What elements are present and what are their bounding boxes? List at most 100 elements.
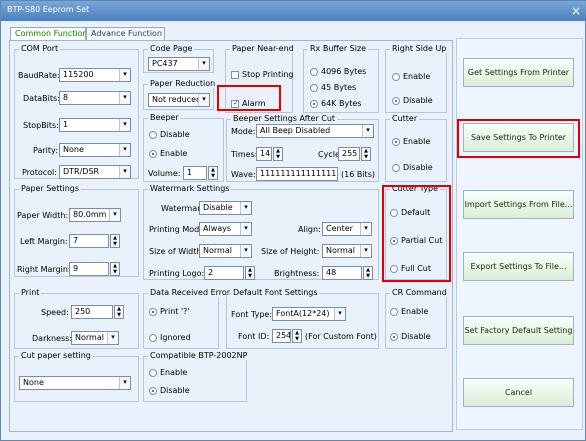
default-font-title: Default Font Settings bbox=[231, 288, 320, 297]
cutter-title: Cutter bbox=[390, 114, 420, 123]
volume-input[interactable]: 1 bbox=[183, 166, 207, 180]
chevron-down-icon: ▾ bbox=[198, 58, 209, 70]
radio-icon bbox=[149, 334, 157, 342]
rx-4096-label: 4096 Bytes bbox=[321, 67, 367, 76]
left-margin-spinner[interactable]: ▲ ▼ bbox=[110, 234, 120, 248]
speed-spinner[interactable]: ▲ ▼ bbox=[114, 305, 124, 319]
beeper-enable-label: Enable bbox=[160, 149, 188, 158]
beeper-disable-label: Disable bbox=[160, 130, 190, 139]
beeper-title: Beeper bbox=[148, 113, 181, 122]
font-id-spinner[interactable]: ▲ ▼ bbox=[292, 329, 302, 343]
close-icon[interactable]: × bbox=[565, 1, 586, 21]
protocol-value: DTR/DSR bbox=[63, 167, 100, 176]
databits-dropdown[interactable]: 8 ▾ bbox=[59, 91, 131, 105]
radio-icon bbox=[149, 131, 157, 139]
beeper-after-cut-group: Beeper Settings After Cut Mode: All Beep… bbox=[226, 114, 379, 182]
compatible-group: Compatible BTP-2002NP Enable Disable bbox=[143, 351, 250, 402]
parity-dropdown[interactable]: None ▾ bbox=[59, 143, 131, 157]
paper-width-dropdown[interactable]: 80.0mm ▾ bbox=[69, 208, 121, 222]
protocol-dropdown[interactable]: DTR/DSR ▾ bbox=[59, 165, 131, 179]
paper-settings-title: Paper Settings bbox=[19, 184, 82, 193]
compat-disable-label: Disable bbox=[160, 386, 190, 395]
tab-advance-function[interactable]: Advance Function bbox=[86, 27, 165, 41]
com-port-group: COM Port BaudRate: 115200 ▾ DataBits: 8 ▾ … bbox=[14, 44, 139, 179]
brightness-input[interactable]: 48 bbox=[322, 266, 362, 280]
watermark-dropdown[interactable]: Disable ▾ bbox=[199, 201, 252, 215]
font-type-dropdown[interactable]: FontA(12*24) ▾ bbox=[272, 307, 346, 321]
radio-icon bbox=[310, 100, 318, 108]
cr-disable-label: Disable bbox=[401, 332, 431, 341]
printing-mode-value: Always bbox=[203, 224, 232, 233]
darkness-value: Normal bbox=[75, 333, 104, 342]
times-input[interactable]: 14 bbox=[256, 147, 272, 161]
size-height-dropdown[interactable]: Normal ▾ bbox=[322, 244, 372, 258]
left-margin-label: Left Margin: bbox=[20, 237, 68, 246]
cutter-type-highlight-box bbox=[382, 185, 451, 282]
cut-paper-dropdown[interactable]: None ▾ bbox=[19, 376, 131, 390]
window-title: BTP-S80 Eeprom Set bbox=[7, 5, 90, 14]
brightness-spinner[interactable]: ▲ ▼ bbox=[363, 266, 373, 280]
common-function-panel: COM Port BaudRate: 115200 ▾ DataBits: 8 ▾ … bbox=[9, 40, 453, 432]
cutter-enable-label: Enable bbox=[403, 137, 431, 146]
code-page-title: Code Page bbox=[148, 44, 195, 53]
cycle-input[interactable]: 255 bbox=[338, 147, 360, 161]
factory-default-button[interactable]: Set Factory Default Setting bbox=[463, 316, 574, 345]
mode-dropdown[interactable]: All Beep Disabled ▾ bbox=[256, 124, 374, 138]
export-settings-button[interactable]: Export Settings To File... bbox=[463, 252, 574, 281]
align-label: Align: bbox=[298, 225, 321, 234]
right-margin-spinner[interactable]: ▲ ▼ bbox=[110, 262, 120, 276]
radio-icon bbox=[310, 84, 318, 92]
tab-common-function[interactable]: Common Function bbox=[10, 27, 88, 41]
databits-value: 8 bbox=[63, 93, 69, 102]
wave-input[interactable]: 1111111111111111 bbox=[256, 167, 338, 181]
save-settings-highlight-box bbox=[457, 119, 580, 158]
right-disable-label: Disable bbox=[403, 96, 433, 105]
paper-reduction-group: Paper Reduction Not reduced ▾ bbox=[143, 79, 218, 110]
cycle-spinner[interactable]: ▲ ▼ bbox=[361, 147, 371, 161]
align-dropdown[interactable]: Center ▾ bbox=[322, 222, 372, 236]
paper-reduction-title: Paper Reduction bbox=[148, 79, 218, 88]
radio-icon bbox=[149, 150, 157, 158]
rx-buffer-title: Rx Buffer Size bbox=[308, 44, 369, 53]
printing-logo-input[interactable]: 2 bbox=[204, 266, 244, 280]
cancel-button[interactable]: Cancel bbox=[463, 378, 574, 407]
darkness-label: Darkness: bbox=[32, 334, 73, 343]
printing-logo-spinner[interactable]: ▲ ▼ bbox=[245, 266, 255, 280]
chevron-down-icon: ▾ bbox=[334, 308, 345, 320]
paper-reduction-dropdown[interactable]: Not reduced ▾ bbox=[148, 93, 210, 107]
left-margin-input[interactable]: 7 bbox=[69, 234, 109, 248]
baudrate-dropdown[interactable]: 115200 ▾ bbox=[59, 68, 131, 82]
cutter-group: Cutter Enable Disable bbox=[385, 114, 447, 182]
radio-icon bbox=[392, 138, 400, 146]
speed-input[interactable]: 250 bbox=[71, 305, 113, 319]
right-side-up-title: Right Side Up bbox=[390, 44, 449, 53]
darkness-dropdown[interactable]: Normal ▾ bbox=[71, 331, 119, 345]
databits-label: DataBits: bbox=[23, 94, 60, 103]
chevron-down-icon: ▾ bbox=[119, 69, 130, 81]
right-side-up-group: Right Side Up Enable Disable bbox=[385, 44, 449, 113]
chevron-down-icon: ▾ bbox=[240, 223, 251, 235]
volume-spinner[interactable]: ▲ ▼ bbox=[208, 166, 218, 180]
font-type-value: FontA(12*24) bbox=[276, 309, 330, 318]
printing-logo-label: Printing Logo: bbox=[149, 269, 205, 278]
font-type-label: Font Type: bbox=[231, 310, 273, 319]
parity-label: Parity: bbox=[33, 146, 58, 155]
radio-icon bbox=[149, 308, 157, 316]
code-page-dropdown[interactable]: PC437 ▾ bbox=[148, 57, 210, 71]
times-label: Times: bbox=[231, 150, 258, 159]
stop-printing-checkbox[interactable] bbox=[231, 71, 239, 79]
times-spinner[interactable]: ▲ ▼ bbox=[273, 147, 283, 161]
print-7-label: Print '?' bbox=[160, 307, 190, 316]
import-settings-button[interactable]: Import Settings From File... bbox=[463, 190, 574, 219]
right-margin-input[interactable]: 9 bbox=[69, 262, 109, 276]
get-settings-button[interactable]: Get Settings From Printer bbox=[463, 58, 574, 87]
size-width-dropdown[interactable]: Normal ▾ bbox=[199, 244, 252, 258]
font-id-input[interactable]: 254 bbox=[272, 329, 291, 343]
printing-mode-dropdown[interactable]: Always ▾ bbox=[199, 222, 252, 236]
eeprom-window: BTP-S80 Eeprom Set × Common Function Adv… bbox=[0, 0, 586, 441]
stopbits-dropdown[interactable]: 1 ▾ bbox=[59, 118, 131, 132]
align-value: Center bbox=[326, 224, 353, 233]
paper-near-end-title: Paper Near-end bbox=[230, 44, 296, 53]
title-bar: BTP-S80 Eeprom Set × bbox=[1, 1, 586, 21]
right-margin-label: Right Margin: bbox=[17, 265, 71, 274]
